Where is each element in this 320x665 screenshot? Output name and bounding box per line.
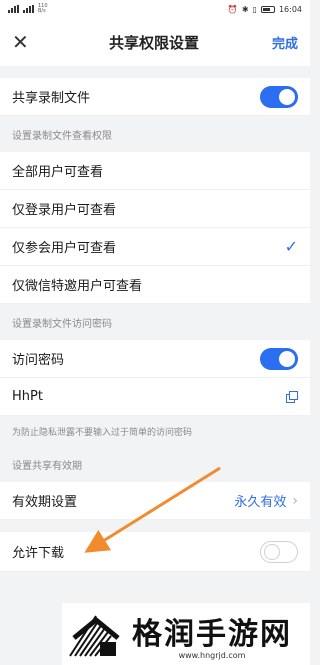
watermark-brand: 格润手游网 [132, 616, 292, 652]
validity-value: 永久有效 [234, 495, 287, 510]
access-password-section-label: 设置录制文件访问密码 [12, 318, 112, 330]
view-option-all[interactable]: 全部用户可查看 [0, 152, 310, 190]
close-icon[interactable]: ✕ [12, 30, 36, 54]
download-row: 允许下载 [0, 532, 310, 572]
watermark-logo-icon [66, 608, 124, 660]
net-speed: 110 B/s [38, 4, 48, 14]
access-password-toggle[interactable] [260, 347, 298, 370]
net-speed-unit: B/s [38, 8, 46, 14]
battery-icon [260, 5, 275, 13]
chevron-right-icon: › [292, 492, 298, 509]
toggle-knob [279, 88, 295, 105]
vibrate-icon: ▯ [252, 4, 257, 14]
alarm-icon: ⏰ [227, 4, 238, 14]
share-recording-toggle[interactable] [260, 85, 298, 108]
view-option-wechat[interactable]: 仅微信特邀用户可查看 [0, 266, 310, 304]
view-option-label: 仅微信特邀用户可查看 [12, 279, 143, 294]
access-password-label: 访问密码 [12, 353, 65, 368]
clock: 16:04 [278, 4, 302, 14]
status-right: ⏰ ✱ ▯ 16:04 [228, 5, 302, 14]
nav-bar: ✕ 共享权限设置 完成 [0, 18, 310, 66]
watermark: 格润手游网 www.hngrjd.com [62, 603, 310, 665]
view-option-logged-in[interactable]: 仅登录用户可查看 [0, 190, 310, 228]
checkmark-icon: ✓ [284, 237, 298, 256]
download-toggle[interactable] [260, 540, 298, 563]
password-value[interactable]: HhPt [12, 389, 43, 404]
share-recording-label: 共享录制文件 [12, 91, 91, 106]
status-bar: 110 B/s ⏰ ✱ ▯ 16:04 [0, 0, 310, 18]
download-label: 允许下载 [12, 546, 65, 561]
signal-icon [8, 5, 19, 13]
view-option-participants[interactable]: 仅参会用户可查看 ✓ [0, 228, 310, 266]
share-recording-row: 共享录制文件 [0, 78, 310, 116]
validity-section-label: 设置共享有效期 [12, 460, 82, 472]
signal-icon-2 [23, 5, 34, 13]
toggle-knob [279, 350, 295, 367]
validity-value-group: 永久有效 › [234, 491, 298, 511]
watermark-url: www.hngrjd.com [178, 650, 246, 660]
status-left: 110 B/s [8, 4, 48, 14]
access-password-row: 访问密码 [0, 340, 310, 378]
password-value-row: HhPt [0, 378, 310, 416]
bluetooth-icon: ✱ [241, 4, 249, 14]
view-permission-section-label: 设置录制文件查看权限 [12, 130, 112, 142]
password-hint: 为防止隐私泄露不要输入过于简单的访问密码 [12, 427, 193, 438]
toggle-knob [264, 543, 280, 560]
done-button[interactable]: 完成 [272, 33, 298, 52]
copy-icon[interactable] [286, 390, 298, 403]
view-option-label: 仅参会用户可查看 [12, 241, 117, 256]
view-option-label: 仅登录用户可查看 [12, 203, 117, 218]
validity-row[interactable]: 有效期设置 永久有效 › [0, 482, 310, 520]
validity-label: 有效期设置 [12, 495, 78, 510]
page-title: 共享权限设置 [108, 33, 199, 52]
watermark-text: 格润手游网 www.hngrjd.com [132, 609, 292, 660]
view-option-label: 全部用户可查看 [12, 165, 104, 180]
